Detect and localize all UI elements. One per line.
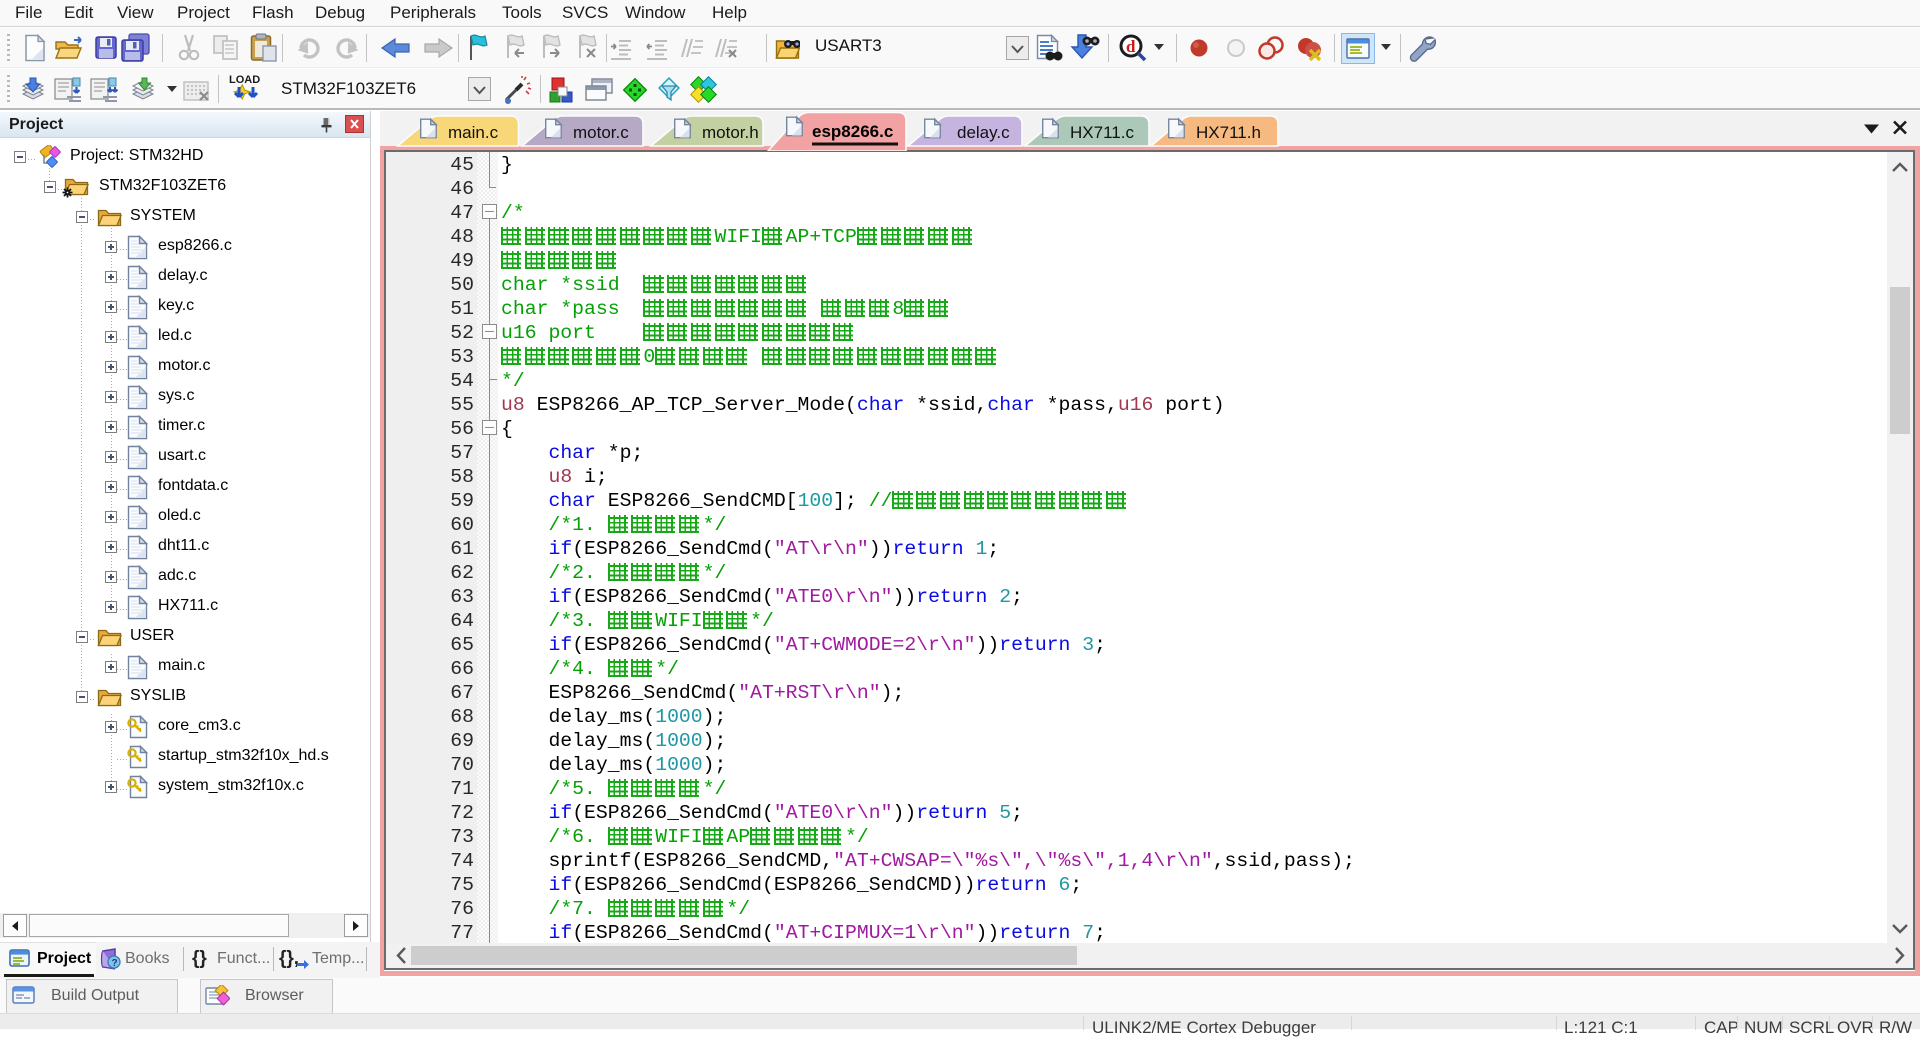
svg-text:HX711.c: HX711.c <box>1070 123 1134 142</box>
svg-text:motor.h: motor.h <box>702 123 759 142</box>
svg-text:d: d <box>1126 37 1136 56</box>
svg-text:motor.c: motor.c <box>573 123 629 142</box>
svg-text:LOAD: LOAD <box>229 74 260 86</box>
svg-text:?: ? <box>112 958 118 969</box>
svg-text:delay.c: delay.c <box>957 123 1010 142</box>
svg-text:esp8266.c: esp8266.c <box>812 122 893 141</box>
svg-text:HX711.h: HX711.h <box>1196 123 1261 142</box>
svg-text:main.c: main.c <box>448 123 499 142</box>
